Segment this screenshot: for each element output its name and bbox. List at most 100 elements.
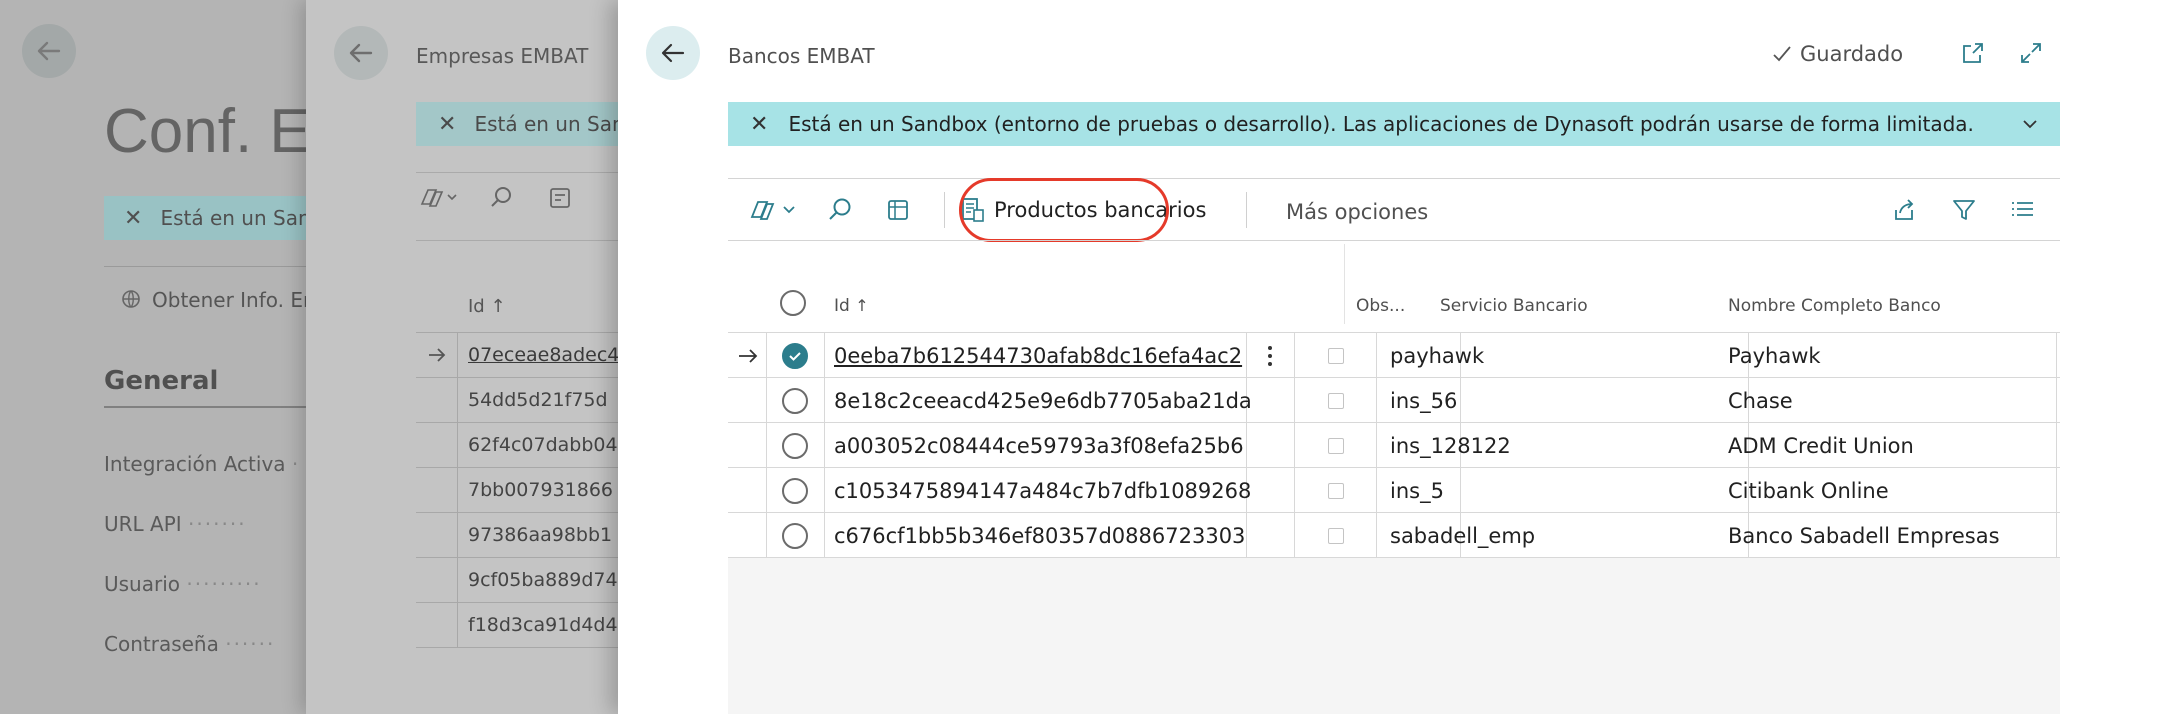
filter-icon [1953, 200, 1975, 220]
back-button[interactable] [22, 24, 76, 78]
company-id-cell: 7bb007931866 [468, 479, 614, 501]
share-button[interactable] [1890, 194, 1918, 226]
column-header-id[interactable]: Id ↑ [468, 296, 506, 317]
company-id-cell: 62f4c07dabb04 [468, 434, 618, 456]
cell-border [1246, 513, 1247, 558]
row-select-radio[interactable] [780, 378, 810, 423]
report-icon [962, 198, 984, 222]
page-title: Bancos EMBAT [728, 44, 875, 68]
checkbox[interactable] [1328, 482, 1344, 499]
expand-icon[interactable] [2016, 38, 2046, 68]
table-row[interactable]: 7bb007931866 [416, 468, 624, 513]
row-indicator [416, 378, 458, 422]
cell-border [824, 513, 825, 558]
chevron-down-icon[interactable] [2020, 114, 2040, 134]
globe-gear-icon [122, 290, 140, 308]
column-header-servicio[interactable]: Servicio Bancario [1440, 296, 1588, 316]
open-new-window-icon[interactable] [1958, 38, 1988, 68]
cell-border [766, 423, 767, 468]
cell-border [1376, 513, 1377, 558]
radio-button[interactable] [782, 477, 808, 504]
more-options-button[interactable]: Más opciones [1286, 200, 1428, 224]
checkbox[interactable] [1328, 392, 1344, 409]
table-row[interactable]: 9cf05ba889d74 [416, 558, 624, 603]
checkbox[interactable] [1328, 437, 1344, 454]
obs-checkbox[interactable] [1326, 378, 1346, 423]
select-all-radio[interactable] [780, 290, 806, 316]
cell-border [1294, 468, 1295, 513]
radio-button[interactable] [782, 342, 808, 369]
row-menu-button[interactable] [1258, 333, 1282, 378]
row-select-radio[interactable] [780, 333, 810, 378]
obs-checkbox[interactable] [1326, 513, 1346, 558]
edit-list-button[interactable] [884, 194, 912, 226]
obs-checkbox[interactable] [1326, 468, 1346, 513]
nombre-cell: ADM Credit Union [1728, 433, 1914, 458]
table-row[interactable]: 0eeba7b612544730afab8dc16efa4ac2 payhawk P… [728, 333, 2060, 378]
nombre-cell: Citibank Online [1728, 478, 1889, 503]
back-button[interactable] [334, 26, 388, 80]
close-icon[interactable]: ✕ [438, 112, 456, 137]
bank-id-cell[interactable]: 0eeba7b612544730afab8dc16efa4ac2 [834, 333, 1242, 378]
column-header-id[interactable]: Id ↑ [834, 296, 869, 316]
radio-button[interactable] [782, 432, 808, 459]
sandbox-banner: ✕ Está en un Sandbox (entorno de pruebas… [728, 102, 2060, 146]
panel-bancos-embat: Bancos EMBAT Guardado ✕ Está en un Sandb… [618, 0, 2164, 714]
divider [728, 240, 2060, 241]
copilot-icon[interactable] [416, 184, 458, 212]
servicio-cell: payhawk [1390, 343, 1485, 368]
close-icon[interactable]: ✕ [124, 206, 142, 231]
freeze-column-separator [1344, 244, 1345, 324]
section-general[interactable]: General [104, 366, 218, 396]
cell-border [824, 423, 825, 468]
row-indicator [734, 333, 762, 378]
servicio-cell: ins_5 [1390, 478, 1444, 503]
row-select-radio[interactable] [780, 468, 810, 513]
table-row[interactable]: 97386aa98bb1 [416, 513, 624, 558]
field-contrasena: Contraseña ······ [104, 632, 276, 656]
close-icon[interactable]: ✕ [750, 112, 768, 137]
radio-button[interactable] [782, 387, 808, 414]
productos-bancarios-button[interactable]: Productos bancarios [960, 194, 1206, 226]
cell-border [2056, 513, 2057, 558]
table-row[interactable]: 8e18c2ceeacd425e9e6db7705aba21da ins_56 Ch… [728, 378, 2060, 423]
column-header-nombre[interactable]: Nombre Completo Banco [1728, 296, 1941, 316]
obs-checkbox[interactable] [1326, 333, 1346, 378]
table-row[interactable]: c1053475894147a484c7b7dfb1089268 ins_5 Cit… [728, 468, 2060, 513]
table-row[interactable]: a003052c08444ce59793a3f08efa25b6 ins_1281… [728, 423, 2060, 468]
company-id-cell: f18d3ca91d4d4 [468, 614, 618, 636]
table-row[interactable]: c676cf1bb5b346ef80357d0886723303 sabadell… [728, 513, 2060, 558]
company-id-cell[interactable]: 07eceae8adec4 [458, 344, 624, 366]
copilot-button[interactable] [746, 194, 798, 226]
cell-border [2056, 468, 2057, 513]
table-row[interactable]: 07eceae8adec4 [416, 333, 624, 378]
obs-checkbox[interactable] [1326, 423, 1346, 468]
servicio-cell: ins_56 [1390, 388, 1458, 413]
filter-button[interactable] [1950, 194, 1978, 226]
checkbox[interactable] [1328, 347, 1344, 364]
edit-list-icon[interactable] [546, 184, 574, 212]
cell-border [1294, 333, 1295, 378]
toolbar-divider [944, 192, 945, 228]
column-header-obs[interactable]: Obs... [1356, 296, 1405, 316]
search-button[interactable] [826, 194, 854, 226]
row-select-radio[interactable] [780, 513, 810, 558]
cell-border [1294, 378, 1295, 423]
bank-id-cell: 8e18c2ceeacd425e9e6db7705aba21da [834, 388, 1252, 413]
row-select-radio[interactable] [780, 423, 810, 468]
checkbox[interactable] [1328, 527, 1344, 544]
checkmark-icon [1773, 46, 1791, 62]
list-view-button[interactable] [2008, 194, 2036, 226]
arrow-right-icon [739, 348, 758, 363]
back-button[interactable] [646, 26, 700, 80]
table-row[interactable]: f18d3ca91d4d4 [416, 603, 624, 648]
cell-border [1376, 423, 1377, 468]
company-id-cell: 54dd5d21f75d [468, 389, 608, 411]
search-icon[interactable] [488, 184, 516, 212]
radio-button[interactable] [782, 522, 808, 549]
grid-empty-area [728, 556, 2060, 714]
cell-border [824, 333, 825, 378]
table-row[interactable]: 62f4c07dabb04 [416, 423, 624, 468]
copilot-icon [750, 201, 795, 220]
table-row[interactable]: 54dd5d21f75d [416, 378, 624, 423]
